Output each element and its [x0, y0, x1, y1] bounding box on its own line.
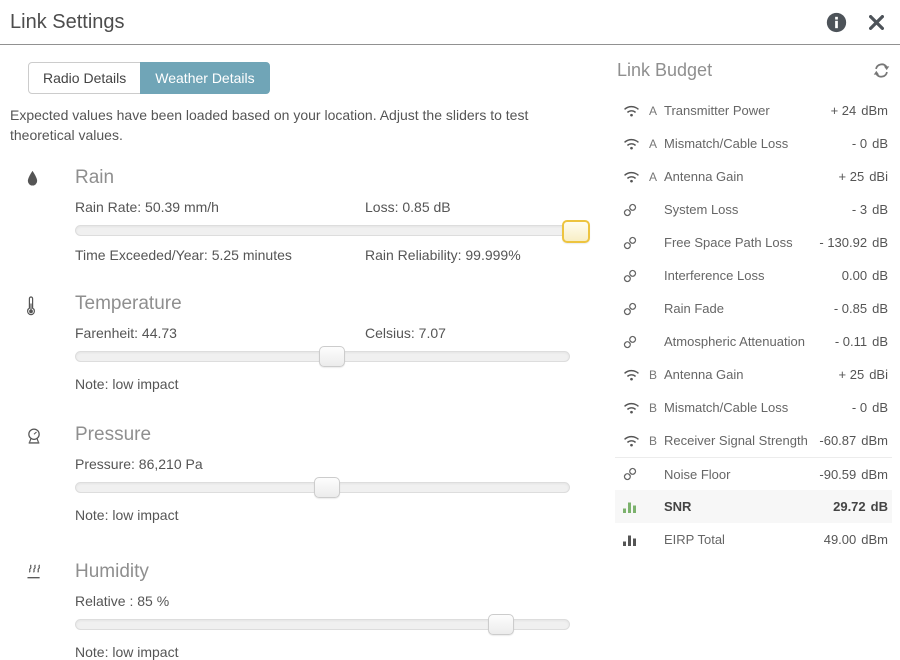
rain-slider-handle[interactable]	[562, 220, 590, 243]
description-text: Expected values have been loaded based o…	[10, 105, 562, 145]
radio-b-tag: B	[649, 368, 664, 382]
link-budget-list: A Transmitter Power + 24 dBm A Mismatch/…	[615, 94, 892, 556]
link-icon	[623, 302, 649, 316]
wifi-icon	[623, 137, 649, 150]
pressure-slider-handle[interactable]	[314, 477, 340, 498]
bars-icon	[623, 534, 649, 546]
budget-row-mismatch-loss-a: A Mismatch/Cable Loss - 0 dB	[615, 127, 892, 160]
budget-row-antenna-gain-b: B Antenna Gain + 25 dBi	[615, 358, 892, 391]
link-budget-title: Link Budget	[617, 60, 873, 81]
celsius-label: Celsius: 7.07	[365, 325, 570, 341]
link-icon	[623, 236, 649, 250]
humidity-note: Note: low impact	[75, 644, 570, 660]
radio-b-tag: B	[649, 401, 664, 415]
rain-time-exceeded-label: Time Exceeded/Year: 5.25 minutes	[75, 247, 365, 263]
budget-row-noise-floor: Noise Floor -90.59 dBm	[615, 457, 892, 490]
link-icon	[623, 467, 649, 481]
refresh-icon[interactable]	[873, 62, 890, 79]
radio-b-tag: B	[649, 434, 664, 448]
radio-a-tag: A	[649, 170, 664, 184]
wifi-icon	[623, 104, 649, 117]
raindrop-icon	[10, 167, 75, 263]
rain-section: Rain Rain Rate: 50.39 mm/h Loss: 0.85 dB…	[10, 167, 605, 263]
thermometer-icon	[10, 293, 75, 392]
wifi-icon	[623, 401, 649, 414]
bars-icon	[623, 501, 649, 513]
close-icon[interactable]	[869, 15, 884, 30]
pressure-note: Note: low impact	[75, 507, 570, 523]
budget-row-receiver-signal-strength: B Receiver Signal Strength -60.87 dBm	[615, 424, 892, 457]
weather-panel: Radio Details Weather Details Expected v…	[0, 45, 605, 660]
budget-row-atmospheric-attenuation: Atmospheric Attenuation - 0.11 dB	[615, 325, 892, 358]
link-icon	[623, 335, 649, 349]
temperature-slider-handle[interactable]	[319, 346, 345, 367]
fahrenheit-label: Farenheit: 44.73	[75, 325, 365, 341]
rain-slider-track[interactable]	[75, 225, 570, 236]
budget-row-free-space-path-loss: Free Space Path Loss - 130.92 dB	[615, 226, 892, 259]
pressure-value-label: Pressure: 86,210 Pa	[75, 456, 365, 472]
link-budget-panel: Link Budget A Transmitter Power + 24 dBm…	[605, 45, 900, 660]
steam-icon	[10, 561, 75, 660]
temperature-slider	[75, 346, 570, 367]
temperature-section: Temperature Farenheit: 44.73 Celsius: 7.…	[10, 293, 605, 392]
rain-section-title: Rain	[75, 167, 570, 189]
radio-a-tag: A	[649, 137, 664, 151]
gauge-icon	[10, 424, 75, 523]
link-icon	[623, 269, 649, 283]
pressure-section: Pressure Pressure: 86,210 Pa Note: low i…	[10, 424, 605, 523]
pressure-slider	[75, 477, 570, 498]
budget-row-eirp-total: EIRP Total 49.00 dBm	[615, 523, 892, 556]
rain-slider	[75, 220, 570, 241]
humidity-slider	[75, 614, 570, 635]
budget-row-rain-fade: Rain Fade - 0.85 dB	[615, 292, 892, 325]
page-title: Link Settings	[10, 11, 826, 34]
budget-row-system-loss: System Loss - 3 dB	[615, 193, 892, 226]
radio-a-tag: A	[649, 104, 664, 118]
humidity-section: Humidity Relative : 85 % Note: low impac…	[10, 561, 605, 660]
rain-loss-label: Loss: 0.85 dB	[365, 199, 570, 215]
budget-row-transmitter-power: A Transmitter Power + 24 dBm	[615, 94, 892, 127]
info-icon[interactable]	[826, 12, 847, 33]
tab-weather-details[interactable]: Weather Details	[140, 62, 269, 94]
wifi-icon	[623, 434, 649, 447]
humidity-section-title: Humidity	[75, 561, 570, 583]
pressure-section-title: Pressure	[75, 424, 570, 446]
budget-row-mismatch-loss-b: B Mismatch/Cable Loss - 0 dB	[615, 391, 892, 424]
rain-rate-label: Rain Rate: 50.39 mm/h	[75, 199, 365, 215]
temperature-note: Note: low impact	[75, 376, 570, 392]
temperature-section-title: Temperature	[75, 293, 570, 315]
budget-row-snr: SNR 29.72 dB	[615, 490, 892, 523]
wifi-icon	[623, 368, 649, 381]
humidity-slider-handle[interactable]	[488, 614, 514, 635]
budget-row-antenna-gain-a: A Antenna Gain + 25 dBi	[615, 160, 892, 193]
link-icon	[623, 203, 649, 217]
wifi-icon	[623, 170, 649, 183]
dialog-header: Link Settings	[0, 0, 900, 45]
tab-radio-details[interactable]: Radio Details	[28, 62, 141, 94]
rain-reliability-label: Rain Reliability: 99.999%	[365, 247, 570, 263]
details-tabs: Radio Details Weather Details	[28, 62, 270, 94]
budget-row-interference-loss: Interference Loss 0.00 dB	[615, 259, 892, 292]
